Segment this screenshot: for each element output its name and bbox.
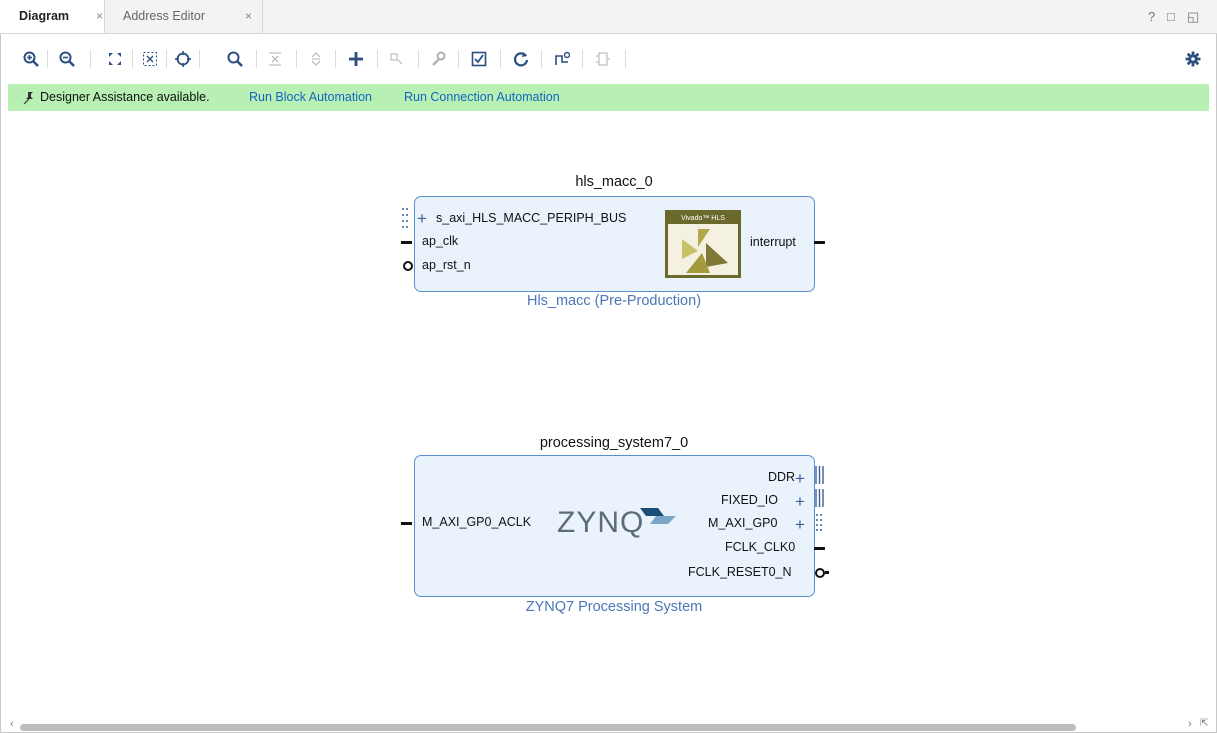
resize-corner-icon[interactable]: ⇱ xyxy=(1200,718,1208,729)
tab-address-editor-close-icon[interactable]: × xyxy=(245,0,252,32)
expand-icon[interactable] xyxy=(305,48,327,70)
toolbar-separator xyxy=(296,50,297,68)
port-pin[interactable] xyxy=(814,547,825,550)
properties-icon[interactable] xyxy=(427,48,449,70)
port-pin[interactable] xyxy=(401,241,412,244)
toolbar-separator xyxy=(625,50,626,68)
port-fclk-reset0-n[interactable]: FCLK_RESET0_N xyxy=(688,565,792,579)
search-icon[interactable] xyxy=(224,48,246,70)
port-ddr[interactable]: DDR xyxy=(768,470,795,484)
port-s-axi-hls-macc-periph-bus[interactable]: s_axi_HLS_MACC_PERIPH_BUS xyxy=(436,211,626,225)
interface-bus-icon[interactable] xyxy=(815,466,824,484)
scroll-left-icon[interactable]: ‹ xyxy=(10,718,14,730)
port-ap-rst-n[interactable]: ap_rst_n xyxy=(422,258,471,272)
tab-diagram-label: Diagram xyxy=(19,9,70,23)
tab-address-editor[interactable]: Address Editor × xyxy=(104,0,263,33)
port-fixed-io[interactable]: FIXED_IO xyxy=(721,493,778,507)
expand-bus-icon[interactable]: + xyxy=(795,516,805,533)
axi-bus-connector-icon[interactable] xyxy=(815,513,824,531)
zoom-out-icon[interactable] xyxy=(56,48,78,70)
designer-assistance-bar: Designer Assistance available. Run Block… xyxy=(8,84,1209,111)
toolbar-separator xyxy=(377,50,378,68)
zynq-logo: ZYNQ xyxy=(557,506,645,539)
validate-icon[interactable] xyxy=(468,48,490,70)
optimize-routing-icon[interactable] xyxy=(551,48,573,70)
port-interrupt[interactable]: interrupt xyxy=(750,235,796,249)
scroll-right-icon[interactable]: › xyxy=(1188,718,1192,730)
axi-bus-connector-icon[interactable] xyxy=(401,207,411,229)
zynq-block-title: processing_system7_0 xyxy=(539,435,689,451)
fit-icon[interactable] xyxy=(104,48,126,70)
assistance-message: Designer Assistance available. xyxy=(40,90,210,104)
port-pin[interactable] xyxy=(814,241,825,244)
port-pin-inverted[interactable] xyxy=(815,568,825,578)
tab-diagram-close-icon[interactable]: × xyxy=(96,0,103,32)
restore-icon[interactable]: □ xyxy=(1167,0,1175,33)
fit-selection-icon[interactable] xyxy=(139,48,161,70)
toolbar-separator xyxy=(418,50,419,68)
toolbar-separator xyxy=(199,50,200,68)
zoom-in-icon[interactable] xyxy=(20,48,42,70)
gear-icon[interactable] xyxy=(1182,48,1204,70)
port-pin[interactable] xyxy=(401,522,412,525)
vivado-hls-mark-icon xyxy=(682,229,728,273)
tab-diagram[interactable]: Diagram × xyxy=(0,0,105,33)
toolbar-separator xyxy=(166,50,167,68)
expand-bus-icon[interactable]: + xyxy=(795,470,805,487)
horizontal-scrollbar[interactable]: ‹ › ⇱ xyxy=(8,718,1208,731)
zynq-logo-mark-icon xyxy=(640,508,676,524)
add-ip-icon[interactable] xyxy=(345,48,367,70)
vivado-hls-logo: Vivado™ HLS xyxy=(665,210,741,278)
port-m-axi-gp0[interactable]: M_AXI_GP0 xyxy=(708,516,777,530)
hls-block-subtitle: Hls_macc (Pre-Production) xyxy=(526,293,702,309)
hierarchy-icon[interactable] xyxy=(592,48,614,70)
toolbar-separator xyxy=(90,50,91,68)
vivado-hls-logo-text: Vivado™ HLS xyxy=(668,213,738,224)
toolbar-separator xyxy=(47,50,48,68)
maximize-icon[interactable]: ◱ xyxy=(1187,0,1199,33)
port-m-axi-gp0-aclk[interactable]: M_AXI_GP0_ACLK xyxy=(422,515,531,529)
center-icon[interactable] xyxy=(172,48,194,70)
tab-bar: Diagram × Address Editor × ? □ ◱ xyxy=(0,0,1217,34)
toolbar-separator xyxy=(132,50,133,68)
interface-bus-icon[interactable] xyxy=(815,489,824,507)
scrollbar-thumb[interactable] xyxy=(20,724,1076,731)
toolbar-separator xyxy=(335,50,336,68)
run-connection-automation-link[interactable]: Run Connection Automation xyxy=(404,84,560,111)
run-block-automation-link[interactable]: Run Block Automation xyxy=(249,84,372,111)
zynq-block-subtitle: ZYNQ7 Processing System xyxy=(525,599,703,615)
pin-icon xyxy=(22,84,34,111)
expand-bus-icon[interactable]: + xyxy=(795,493,805,510)
regenerate-icon[interactable] xyxy=(510,48,532,70)
toolbar-separator xyxy=(582,50,583,68)
toolbar-separator xyxy=(256,50,257,68)
toolbar-separator xyxy=(500,50,501,68)
port-pin[interactable] xyxy=(825,571,829,574)
toolbar-separator xyxy=(541,50,542,68)
add-port-icon[interactable] xyxy=(386,48,408,70)
hls-block-title: hls_macc_0 xyxy=(575,174,653,190)
port-fclk-clk0[interactable]: FCLK_CLK0 xyxy=(725,540,795,554)
help-icon[interactable]: ? xyxy=(1148,0,1155,33)
port-ap-clk[interactable]: ap_clk xyxy=(422,234,458,248)
tab-address-editor-label: Address Editor xyxy=(123,9,205,23)
collapse-icon[interactable] xyxy=(264,48,286,70)
diagram-toolbar xyxy=(0,44,1217,76)
port-pin-inverted[interactable] xyxy=(403,261,413,271)
toolbar-separator xyxy=(458,50,459,68)
expand-bus-icon[interactable]: + xyxy=(417,210,427,227)
